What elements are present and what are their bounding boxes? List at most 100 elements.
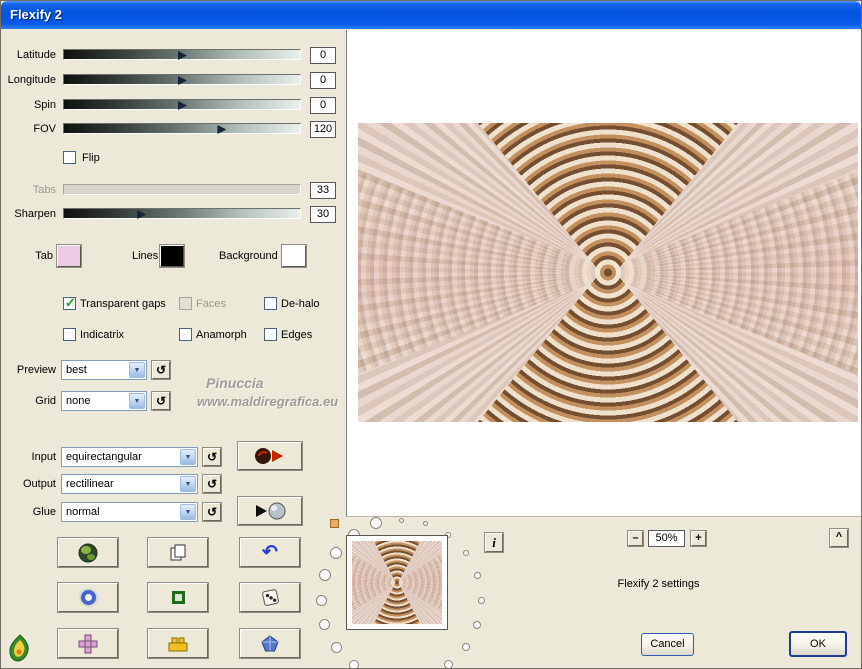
undo-button[interactable]: ↶ [240, 538, 300, 567]
scroll-up-button[interactable]: ^ [830, 529, 848, 547]
flip-checkbox[interactable] [63, 151, 76, 164]
latitude-value-field[interactable]: 0 [310, 47, 336, 64]
spin-slider-thumb[interactable] [178, 101, 187, 110]
input-combo-label: Input [31, 451, 56, 463]
preview-canvas[interactable] [346, 30, 861, 517]
preview-reset-button[interactable]: ↺ [152, 361, 170, 379]
longitude-slider[interactable] [63, 74, 301, 85]
reset-icon: ↺ [206, 477, 218, 491]
longitude-value-field[interactable]: 0 [310, 72, 336, 89]
spin-slider[interactable] [63, 99, 301, 110]
memory-dot[interactable] [474, 572, 481, 579]
settings-thumbnail[interactable] [346, 535, 448, 630]
watermark-line1: Pinuccia [206, 375, 264, 391]
lego-button[interactable] [148, 629, 208, 658]
render-button[interactable] [238, 442, 302, 470]
minus-icon: – [632, 532, 639, 544]
output-combo[interactable]: rectilinear ▼ [61, 474, 198, 494]
square-button[interactable] [148, 583, 208, 612]
zoom-in-button[interactable]: + [691, 531, 706, 546]
memory-dot[interactable] [478, 597, 485, 604]
sharpen-value-field[interactable]: 30 [310, 206, 336, 223]
cross-button[interactable] [58, 629, 118, 658]
zoom-level[interactable]: 50% [648, 530, 685, 547]
reset-icon: ↺ [155, 394, 167, 408]
transparent-gaps-checkbox[interactable] [63, 295, 76, 311]
sharpen-slider[interactable] [63, 208, 301, 219]
memory-dot[interactable] [316, 595, 327, 606]
preview-combo-arrow-icon[interactable]: ▼ [129, 362, 145, 378]
longitude-slider-thumb[interactable] [178, 76, 187, 85]
latitude-slider[interactable] [63, 49, 301, 60]
title-bar[interactable]: Flexify 2 [1, 1, 861, 29]
fov-slider-thumb[interactable] [217, 125, 227, 134]
background-color-swatch[interactable] [282, 245, 306, 267]
fov-value-field[interactable]: 120 [310, 121, 336, 138]
globe-icon [78, 543, 98, 562]
preview-combo[interactable]: best ▼ [61, 360, 147, 380]
anamorph-label[interactable]: Anamorph [196, 329, 247, 342]
preview-image[interactable] [358, 123, 858, 422]
tab-color-label: Tab [35, 250, 53, 262]
memory-dot[interactable] [319, 619, 330, 630]
memory-dot[interactable] [462, 643, 470, 651]
input-combo[interactable]: equirectangular ▼ [61, 447, 198, 467]
memory-dot[interactable] [330, 547, 342, 559]
memory-dot[interactable] [349, 660, 359, 668]
edges-checkbox[interactable] [264, 328, 277, 341]
memory-dot[interactable] [473, 621, 481, 629]
memory-dots-handle[interactable] [330, 519, 339, 528]
tabs-slider [63, 184, 301, 195]
gem-button[interactable] [240, 629, 300, 658]
tabs-value-field[interactable]: 33 [310, 182, 336, 199]
spin-value-field[interactable]: 0 [310, 97, 336, 114]
input-reset-button[interactable]: ↺ [203, 448, 221, 466]
ok-button[interactable]: OK [789, 631, 847, 657]
flip-checkbox-label[interactable]: Flip [82, 152, 100, 165]
glue-reset-button[interactable]: ↺ [203, 503, 221, 521]
memory-dot[interactable] [319, 569, 331, 581]
transparent-gaps-label[interactable]: Transparent gaps [80, 298, 166, 311]
input-combo-arrow-icon[interactable]: ▼ [180, 449, 196, 465]
zoom-out-button[interactable]: – [628, 531, 643, 546]
memory-dot[interactable] [331, 642, 342, 653]
copy-button[interactable] [148, 538, 208, 567]
fov-slider[interactable] [63, 123, 301, 134]
ring-button[interactable] [58, 583, 118, 612]
grid-combo-value: none [66, 395, 91, 407]
flaming-pear-logo-icon[interactable] [6, 634, 34, 664]
globe-button[interactable] [58, 538, 118, 567]
anamorph-checkbox[interactable] [179, 328, 192, 341]
cancel-button[interactable]: Cancel [641, 633, 694, 656]
edges-label[interactable]: Edges [281, 329, 312, 342]
tab-color-swatch[interactable] [57, 245, 81, 267]
memory-dot[interactable] [370, 517, 382, 529]
flexify-dialog: Flexify 2 Latitude 0 Longitude 0 Spin 0 … [0, 0, 862, 669]
memory-dot[interactable] [399, 518, 404, 523]
cross-icon [78, 634, 98, 653]
indicatrix-checkbox[interactable] [63, 328, 76, 341]
sharpen-slider-thumb[interactable] [137, 210, 147, 219]
output-combo-arrow-icon[interactable]: ▼ [180, 476, 196, 492]
memory-dot[interactable] [444, 660, 453, 668]
apply-button[interactable] [238, 497, 302, 525]
spin-label: Spin [33, 99, 56, 111]
grid-combo[interactable]: none ▼ [61, 391, 147, 411]
grid-combo-arrow-icon[interactable]: ▼ [129, 393, 145, 409]
latitude-slider-thumb[interactable] [178, 51, 187, 60]
dehalo-label[interactable]: De-halo [281, 298, 320, 311]
random-button[interactable] [240, 583, 300, 612]
settings-caption: Flexify 2 settings [617, 578, 700, 590]
glue-combo[interactable]: normal ▼ [61, 502, 198, 522]
lines-color-swatch[interactable] [160, 245, 184, 267]
indicatrix-label[interactable]: Indicatrix [80, 329, 124, 342]
output-reset-button[interactable]: ↺ [203, 475, 221, 493]
memory-dot[interactable] [423, 521, 428, 526]
glue-combo-arrow-icon[interactable]: ▼ [180, 504, 196, 520]
info-button[interactable]: i [485, 533, 503, 552]
dehalo-checkbox[interactable] [264, 297, 277, 310]
lego-brick-icon [168, 637, 188, 651]
memory-dot[interactable] [463, 550, 469, 556]
grid-reset-button[interactable]: ↺ [152, 392, 170, 410]
thumbnail-image [352, 541, 442, 624]
